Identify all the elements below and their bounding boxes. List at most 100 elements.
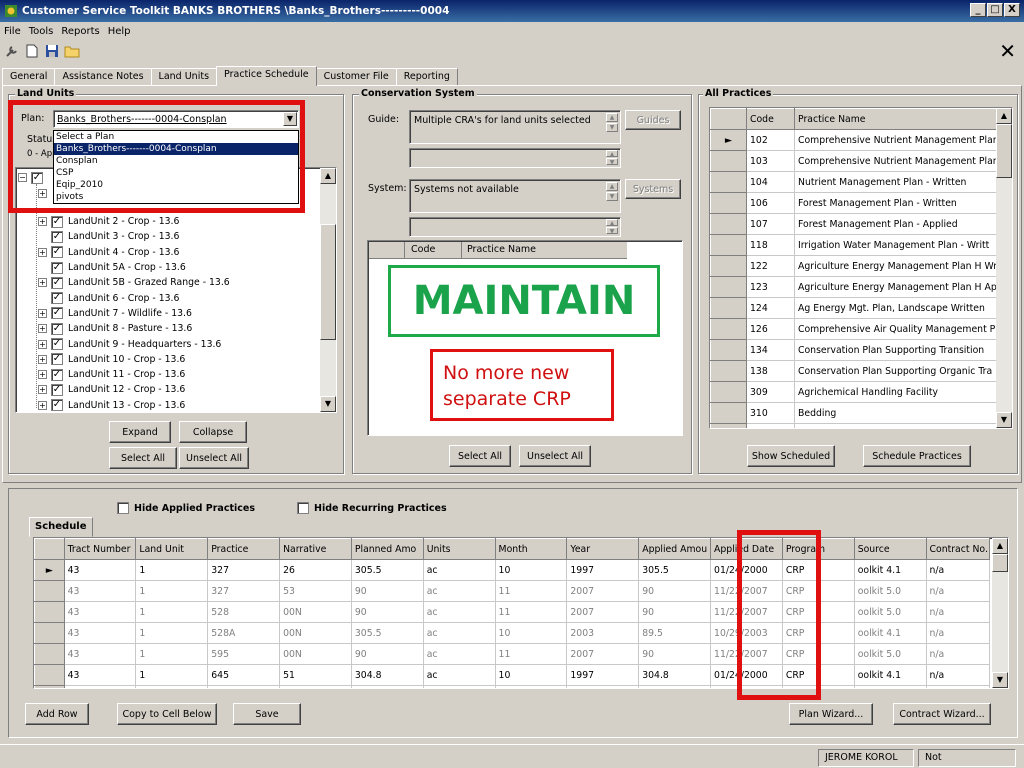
scroll-thumb[interactable]	[320, 224, 336, 340]
schedule-cell[interactable]: 305.5	[350, 559, 424, 581]
schedule-cell[interactable]: 43	[63, 601, 137, 623]
schedule-column-header[interactable]: Narrative	[279, 538, 352, 560]
row-header[interactable]	[710, 360, 747, 382]
all-practices-scrollbar[interactable]: ▲ ▼	[996, 108, 1012, 428]
practice-row[interactable]: ► 102 Comprehensive Nutrient Management Pl…	[710, 129, 999, 151]
schedule-cell[interactable]: 11	[494, 685, 568, 688]
practice-row[interactable]: 309 Agrichemical Handling Facility	[710, 381, 999, 403]
tree-item[interactable]: + ✓ LandUnit 4 - Crop - 13.6	[38, 245, 230, 260]
schedule-cell[interactable]: 90	[350, 685, 424, 688]
schedule-cell[interactable]: 01/24/2000	[710, 664, 783, 686]
checkbox[interactable]: ✓	[51, 353, 63, 366]
checkbox[interactable]: ✓	[51, 368, 63, 381]
schedule-cell[interactable]: 528A	[207, 622, 281, 644]
schedule-row[interactable]: 43 1 528A 00N 305.5 ac 10 2003 89.5 10/29/2003 CRP…	[34, 622, 991, 644]
expand-icon[interactable]: +	[38, 385, 47, 395]
schedule-practices-button[interactable]: Schedule Practices	[863, 445, 971, 467]
schedule-cell[interactable]: 26	[279, 559, 352, 581]
expand-icon[interactable]: +	[38, 370, 47, 380]
conservation-unselect-all-button[interactable]: Unselect All	[519, 445, 591, 467]
scroll-thumb[interactable]	[996, 124, 1012, 178]
schedule-cell[interactable]: CRP	[781, 622, 855, 644]
row-header[interactable]	[710, 255, 747, 277]
schedule-cell[interactable]: ac	[422, 601, 496, 623]
guide-field[interactable]: Multiple CRA's for land units selected ▲…	[409, 110, 621, 144]
schedule-cell[interactable]: 00N	[279, 601, 352, 623]
current-row-indicator[interactable]: ►	[710, 129, 747, 151]
schedule-column-header[interactable]: Units	[422, 538, 496, 560]
schedule-cell[interactable]: n/a	[925, 622, 991, 644]
checkbox[interactable]: ✓	[51, 383, 63, 396]
checkbox[interactable]: ✓	[51, 246, 63, 259]
minimize-button[interactable]: _	[970, 3, 986, 17]
schedule-row[interactable]: 43 1 528 00N 90 ac 11 2007 90 11/22/2007 CRP oolkit…	[34, 601, 991, 623]
schedule-cell[interactable]: 10/29/2003	[710, 622, 783, 644]
schedule-cell[interactable]: oolkit 5.0	[853, 643, 927, 665]
menu-tools[interactable]: Tools	[29, 26, 54, 37]
practice-row[interactable]: 118 Irrigation Water Management Plan - Wr…	[710, 234, 999, 256]
contract-wizard-button[interactable]: Contract Wizard...	[893, 703, 991, 725]
schedule-cell[interactable]: 43	[63, 664, 137, 686]
expand-button[interactable]: Expand	[109, 421, 171, 443]
schedule-cell[interactable]: oolkit 5.0	[853, 601, 927, 623]
checkbox[interactable]: ✓	[51, 399, 63, 412]
tree-root[interactable]: − ✓	[18, 170, 48, 185]
schedule-column-header[interactable]: Source	[853, 538, 927, 560]
schedule-cell[interactable]: 2007	[566, 643, 640, 665]
tree-item[interactable]: + ✓ LandUnit 8 - Pasture - 13.6	[38, 321, 230, 336]
schedule-cell[interactable]: 90	[350, 580, 424, 602]
schedule-column-header[interactable]: Program	[781, 538, 855, 560]
new-document-icon[interactable]	[24, 43, 40, 59]
practice-row[interactable]: 126 Comprehensive Air Quality Management …	[710, 318, 999, 340]
schedule-column-header[interactable]: Year	[566, 538, 640, 560]
collapse-button[interactable]: Collapse	[179, 421, 247, 443]
save-icon[interactable]	[44, 43, 60, 59]
tree-item[interactable]: + ✓ LandUnit 13 - Crop - 13.6	[38, 398, 230, 413]
scroll-down-icon[interactable]: ▼	[992, 672, 1008, 688]
schedule-row[interactable]: 43 1 327 53 90 ac 11 2007 90 11/22/2007 CRP oolkit …	[34, 580, 991, 602]
row-header[interactable]	[710, 192, 747, 214]
schedule-cell[interactable]: 90	[638, 685, 712, 688]
row-header[interactable]	[34, 622, 65, 644]
row-header[interactable]	[710, 234, 747, 256]
checkbox[interactable]: ✓	[51, 215, 63, 228]
system-extra-field[interactable]: ▲ ▼	[409, 217, 621, 237]
schedule-cell[interactable]: 43	[63, 559, 137, 581]
expand-icon[interactable]: +	[38, 354, 47, 364]
scroll-up-icon[interactable]: ▲	[996, 108, 1012, 124]
row-header[interactable]	[710, 171, 747, 193]
schedule-cell[interactable]: 89.5	[638, 622, 712, 644]
schedule-cell[interactable]: 1	[135, 685, 209, 688]
schedule-cell[interactable]: ac	[422, 580, 496, 602]
practice-row[interactable]: 107 Forest Management Plan - Applied	[710, 213, 999, 235]
schedule-cell[interactable]: ac	[422, 664, 496, 686]
schedule-cell[interactable]: 90	[638, 643, 712, 665]
schedule-cell[interactable]: 2007	[566, 601, 640, 623]
open-folder-icon[interactable]	[64, 43, 80, 59]
land-units-select-all-button[interactable]: Select All	[109, 447, 177, 469]
all-practices-grid[interactable]: Code Practice Name ► 102 Comprehensive Nut…	[709, 107, 1013, 429]
schedule-column-header[interactable]: Planned Amo	[350, 538, 424, 560]
add-row-button[interactable]: Add Row	[25, 703, 89, 725]
schedule-cell[interactable]: 645	[207, 664, 281, 686]
schedule-cell[interactable]: 90	[638, 601, 712, 623]
conservation-select-all-button[interactable]: Select All	[449, 445, 511, 467]
practice-row[interactable]: 104 Nutrient Management Plan - Written	[710, 171, 999, 193]
schedule-cell[interactable]: 528	[207, 601, 281, 623]
checkbox[interactable]: ✓	[51, 338, 63, 351]
schedule-column-header[interactable]: Land Unit	[135, 538, 209, 560]
schedule-cell[interactable]: CRP	[781, 559, 855, 581]
checkbox[interactable]: ✓	[51, 322, 63, 335]
schedule-cell[interactable]: 11	[494, 643, 568, 665]
schedule-cell[interactable]: 43	[63, 580, 137, 602]
practice-row[interactable]: 124 Ag Energy Mgt. Plan, Landscape Writte…	[710, 297, 999, 319]
schedule-cell[interactable]: 305.5	[638, 559, 712, 581]
row-header[interactable]	[710, 150, 747, 172]
plan-dropdown-list[interactable]: Select a Plan Banks_Brothers-------0004-…	[53, 130, 299, 204]
hide-recurring-checkbox[interactable]: Hide Recurring Practices	[297, 502, 447, 514]
row-header[interactable]	[34, 601, 65, 623]
practice-row[interactable]: 123 Agriculture Energy Management Plan H …	[710, 276, 999, 298]
hide-recurring-box[interactable]	[297, 502, 309, 514]
expand-icon[interactable]: +	[38, 278, 47, 288]
schedule-cell[interactable]: n/a	[925, 559, 991, 581]
